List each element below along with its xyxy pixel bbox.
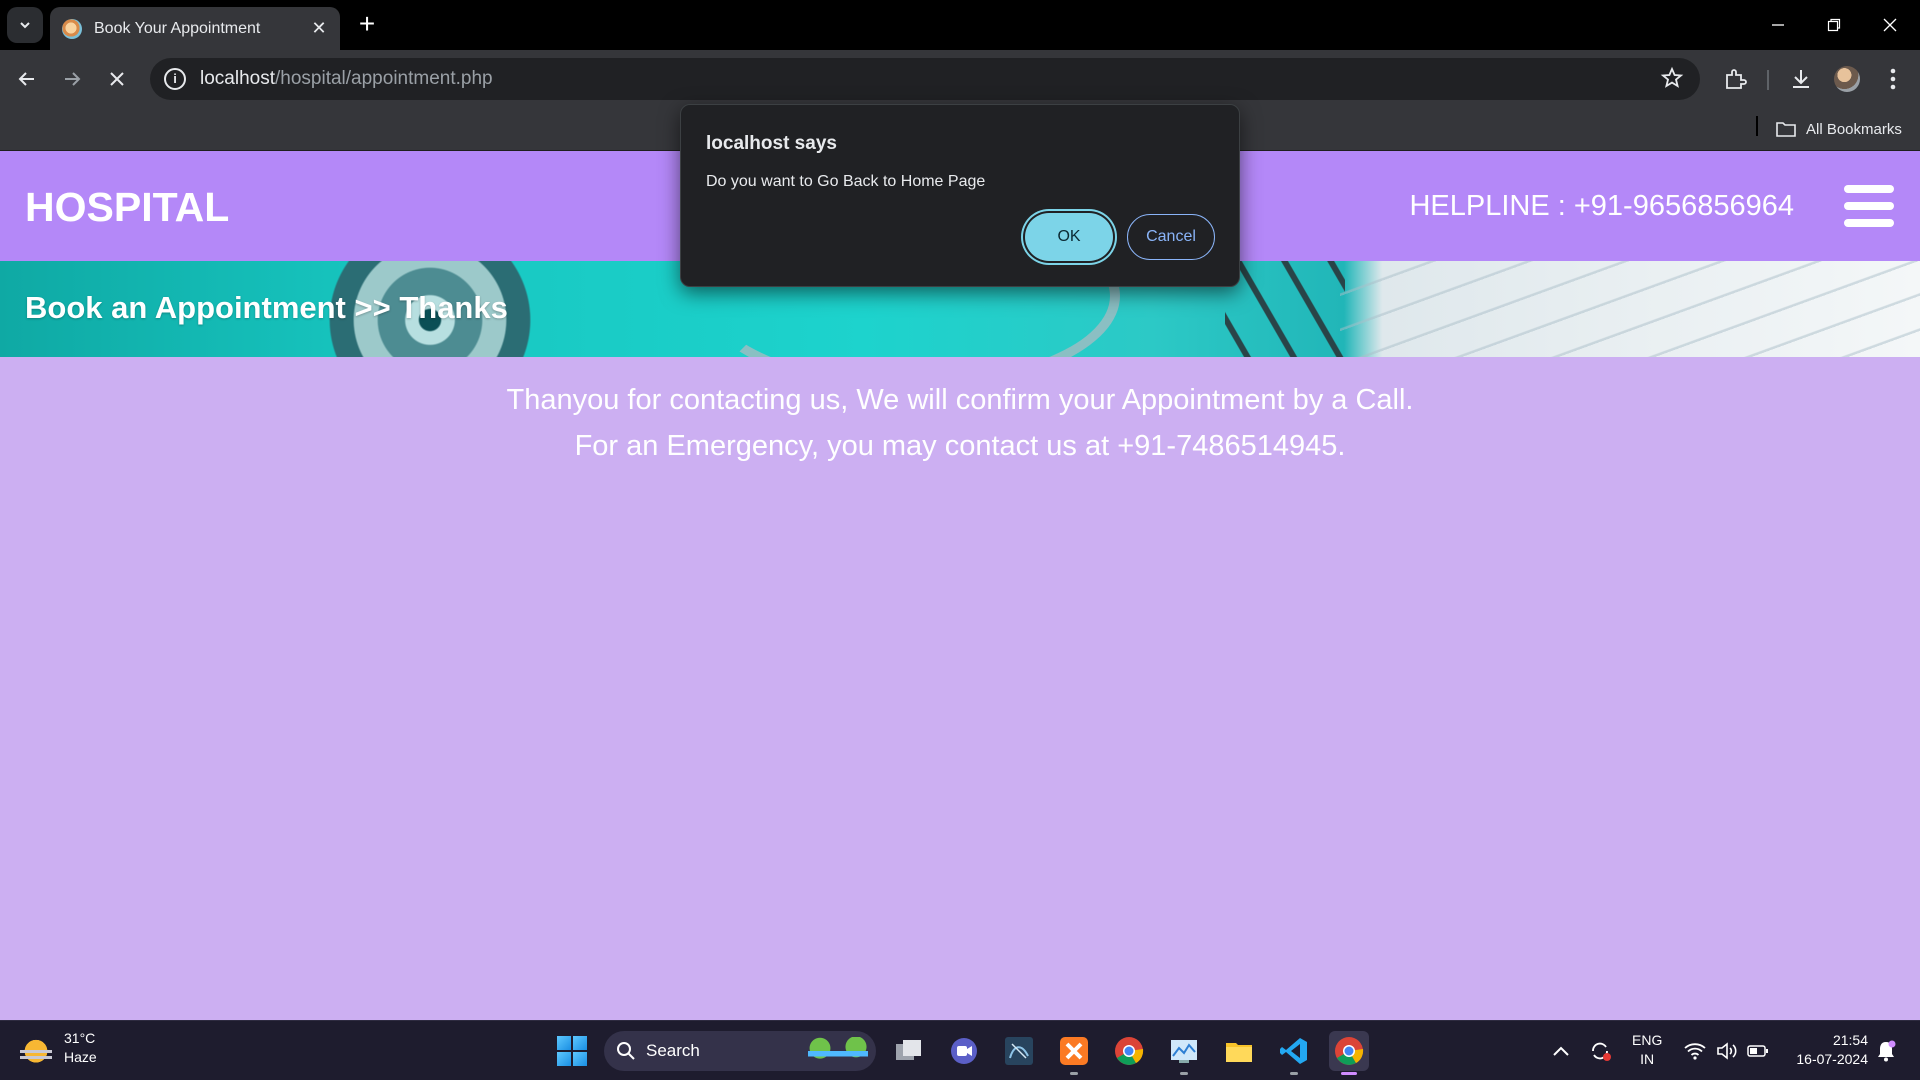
bookmark-star-icon[interactable]	[1660, 66, 1684, 95]
monitor-app-icon[interactable]	[1164, 1031, 1204, 1075]
arrow-right-icon	[65, 72, 81, 86]
search-icon	[617, 1042, 635, 1060]
search-label: Search	[646, 1041, 700, 1060]
chrome-active-icon[interactable]	[1329, 1031, 1369, 1075]
close-icon	[110, 72, 124, 86]
thanks-message: Thanyou for contacting us, We will confi…	[0, 377, 1920, 469]
helpline-text: HELPLINE : +91-9656856964	[1409, 190, 1794, 222]
notebook-page-image	[1340, 261, 1920, 357]
vscode-icon[interactable]	[1274, 1031, 1314, 1075]
folder-icon	[1776, 122, 1796, 137]
windows-start-icon[interactable]	[557, 1036, 587, 1066]
profile-avatar[interactable]	[1830, 62, 1864, 96]
hamburger-menu-icon[interactable]	[1844, 185, 1894, 227]
close-window-button[interactable]	[1870, 10, 1910, 40]
download-icon[interactable]	[1784, 62, 1818, 96]
weather-temperature: 31°C	[64, 1030, 96, 1046]
arrow-left-icon	[18, 72, 34, 86]
language-indicator[interactable]: ENG IN	[1632, 1031, 1662, 1069]
cancel-button[interactable]: Cancel	[1127, 214, 1215, 260]
task-view-icon[interactable]	[889, 1031, 929, 1071]
windows-taskbar: 31°C Haze Search ENG IN 21:54 16-07-2024	[0, 1020, 1920, 1080]
url-host: localhost	[200, 68, 275, 89]
avatar	[1834, 66, 1860, 92]
restore-button[interactable]	[1814, 10, 1854, 40]
browser-tab[interactable]: Book Your Appointment ✕	[50, 7, 340, 50]
back-button[interactable]	[9, 62, 45, 96]
close-icon	[1883, 18, 1897, 32]
extensions-icon[interactable]	[1718, 62, 1752, 96]
browser-toolbar: i localhost/hospital/appointment.php	[0, 50, 1920, 108]
dialog-message: Do you want to Go Back to Home Page	[706, 173, 986, 190]
favicon-icon	[62, 18, 82, 39]
minimize-icon	[1772, 24, 1784, 26]
taskbar-search[interactable]: Search	[604, 1031, 876, 1071]
sync-icon[interactable]	[1588, 1021, 1612, 1080]
breadcrumb: Book an Appointment >> Thanks	[25, 290, 508, 325]
search-highlight-image	[808, 1037, 868, 1065]
language-line-1: ENG	[1632, 1032, 1663, 1048]
weather-widget[interactable]: 31°C Haze	[20, 1029, 97, 1067]
tab-close-icon[interactable]: ✕	[308, 18, 330, 39]
tray-overflow-icon[interactable]	[1552, 1021, 1570, 1080]
notebook-rings-image	[1225, 261, 1345, 357]
clock-time: 21:54	[1832, 1032, 1868, 1048]
menu-kebab-icon[interactable]	[1876, 62, 1910, 96]
toolbar-divider	[1767, 70, 1769, 90]
stop-loading-button[interactable]	[99, 62, 135, 96]
teams-meet-icon[interactable]	[944, 1031, 984, 1071]
tab-title: Book Your Appointment	[94, 19, 261, 37]
weather-haze-icon	[20, 1032, 52, 1064]
weather-description: Haze	[64, 1049, 97, 1065]
site-info-icon[interactable]: i	[164, 68, 186, 90]
battery-icon[interactable]	[1747, 1021, 1769, 1080]
chrome-icon[interactable]	[1109, 1031, 1149, 1071]
site-logo[interactable]: HOSPITAL	[25, 184, 229, 231]
bookmarks-divider	[1756, 116, 1758, 136]
thanks-line-1: Thanyou for contacting us, We will confi…	[506, 384, 1414, 416]
browser-tab-bar: Book Your Appointment ✕ +	[0, 0, 1920, 50]
dialog-title: localhost says	[706, 133, 837, 154]
confirm-dialog: localhost says Do you want to Go Back to…	[680, 104, 1240, 287]
ok-button[interactable]: OK	[1025, 213, 1113, 261]
notification-bell-icon[interactable]	[1876, 1021, 1896, 1080]
mysql-workbench-icon[interactable]	[999, 1031, 1039, 1071]
xampp-icon[interactable]	[1054, 1031, 1094, 1075]
clock[interactable]: 21:54 16-07-2024	[1786, 1031, 1868, 1069]
all-bookmarks-button[interactable]: All Bookmarks	[1776, 116, 1902, 142]
chevron-down-icon	[20, 22, 30, 29]
address-bar[interactable]: i localhost/hospital/appointment.php	[150, 58, 1700, 100]
language-line-2: IN	[1640, 1051, 1655, 1067]
clock-date: 16-07-2024	[1796, 1051, 1868, 1067]
forward-button[interactable]	[54, 62, 90, 96]
minimize-button[interactable]	[1758, 10, 1798, 40]
url-path: /hospital/appointment.php	[275, 68, 493, 89]
wifi-icon[interactable]	[1684, 1021, 1706, 1080]
restore-icon	[1827, 18, 1841, 32]
all-bookmarks-label: All Bookmarks	[1806, 120, 1902, 138]
new-tab-button[interactable]: +	[352, 10, 382, 40]
file-explorer-icon[interactable]	[1219, 1031, 1259, 1071]
tab-search-button[interactable]	[7, 7, 43, 43]
volume-icon[interactable]	[1716, 1021, 1738, 1080]
thanks-line-2: For an Emergency, you may contact us at …	[574, 430, 1346, 462]
